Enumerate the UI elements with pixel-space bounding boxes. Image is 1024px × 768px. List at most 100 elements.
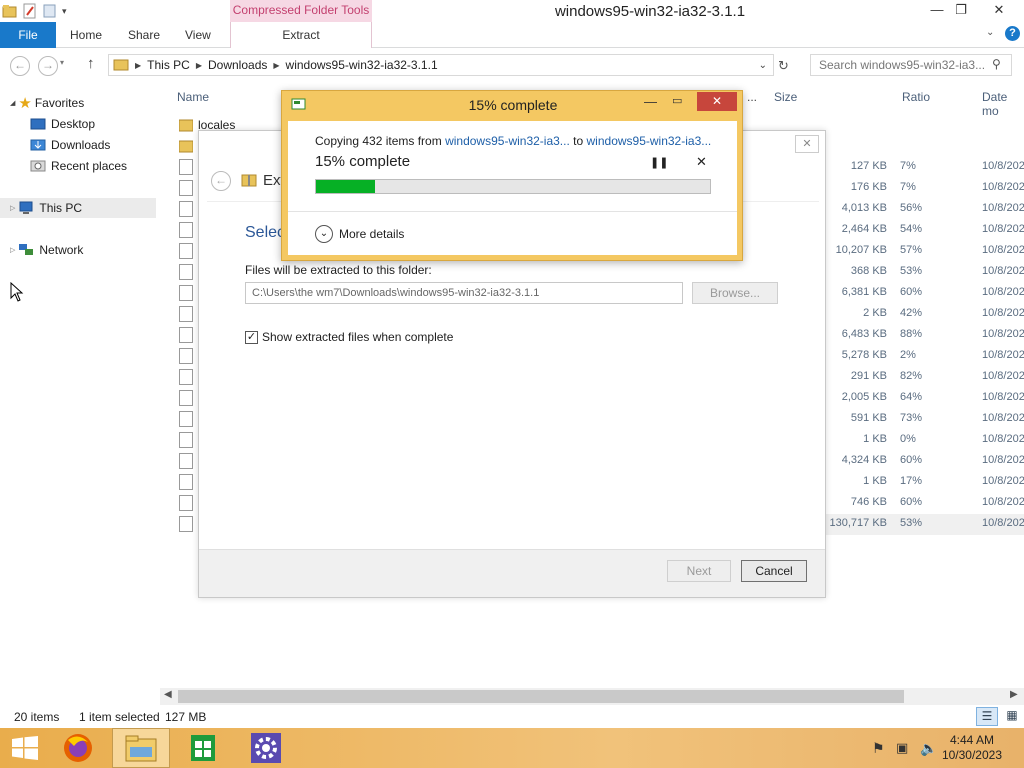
settings-gear-icon[interactable] [236, 728, 294, 768]
folder-icon[interactable] [2, 3, 18, 19]
scrollbar-thumb[interactable] [178, 690, 904, 703]
store-icon[interactable] [174, 728, 232, 768]
close-button[interactable]: ✕ [984, 0, 1014, 22]
recent-locations-icon[interactable]: ▾ [60, 58, 64, 67]
file-icon [179, 327, 193, 343]
tab-file[interactable]: File [0, 22, 56, 48]
file-explorer-taskbar-button[interactable] [112, 728, 170, 768]
table-row[interactable]: 291 KB 82% 10/8/202 [820, 367, 1024, 388]
customize-toolbar-icon[interactable]: ▾ [62, 6, 67, 17]
file-date: 10/8/202 [982, 181, 1024, 193]
nav-recent-places[interactable]: Recent places [30, 156, 127, 176]
table-row[interactable]: 591 KB 73% 10/8/202 [820, 409, 1024, 430]
new-folder-icon[interactable] [42, 3, 58, 19]
progress-minimize-button[interactable]: — [644, 94, 657, 109]
table-row[interactable]: 1 KB 17% 10/8/202 [820, 472, 1024, 493]
wizard-close-button[interactable]: ✕ [795, 135, 819, 153]
destination-path-input[interactable]: C:\Users\the wm7\Downloads\windows95-win… [245, 282, 683, 304]
expand-ribbon-icon[interactable]: ⌄ [986, 27, 994, 38]
table-row[interactable]: 746 KB 60% 10/8/202 [820, 493, 1024, 514]
breadcrumb-this-pc[interactable]: This PC [147, 58, 190, 72]
expanded-arrow-icon[interactable]: ◢ [10, 99, 15, 107]
cancel-copy-icon[interactable]: ✕ [696, 154, 707, 170]
taskbar-clock[interactable]: 4:44 AM 10/30/2023 [942, 733, 1002, 763]
column-overflow[interactable]: ... [747, 90, 757, 104]
volume-icon[interactable]: 🔈 [920, 740, 937, 757]
table-row[interactable]: 4,013 KB 56% 10/8/202 [820, 199, 1024, 220]
table-row[interactable]: 368 KB 53% 10/8/202 [820, 262, 1024, 283]
more-details-toggle[interactable]: ⌄ More details [315, 225, 404, 243]
firefox-icon[interactable] [50, 728, 108, 768]
nav-favorites[interactable]: ◢ ★ Favorites [10, 93, 84, 113]
search-input[interactable]: Search windows95-win32-ia3... [810, 54, 1012, 76]
network-tray-icon[interactable]: ▣ [896, 740, 908, 756]
table-row[interactable]: 6,381 KB 60% 10/8/202 [820, 283, 1024, 304]
cancel-button[interactable]: Cancel [741, 560, 807, 582]
nav-this-pc[interactable]: ▷ This PC [0, 198, 156, 218]
collapsed-arrow-icon[interactable]: ▷ [10, 246, 15, 254]
show-files-checkbox[interactable]: ✓ [245, 330, 258, 344]
tab-share[interactable]: Share [128, 22, 160, 48]
back-button[interactable]: ← [10, 56, 30, 76]
progress-maximize-button[interactable]: ▭ [672, 94, 682, 107]
restore-button[interactable]: ❐ [946, 0, 976, 22]
refresh-icon[interactable]: ↻ [778, 58, 789, 74]
large-icons-view-icon[interactable]: ▦ [1002, 707, 1022, 726]
horizontal-scrollbar[interactable]: ◀ ▶ [160, 688, 1024, 705]
file-size: 130,717 KB [829, 517, 888, 529]
table-row[interactable]: 176 KB 7% 10/8/202 [820, 178, 1024, 199]
pause-icon[interactable]: ❚❚ [650, 156, 668, 169]
up-button[interactable]: ↑ [87, 55, 95, 72]
table-row[interactable]: 4,324 KB 60% 10/8/202 [820, 451, 1024, 472]
show-files-option[interactable]: ✓ Show extracted files when complete [245, 330, 453, 344]
nav-recent-label: Recent places [51, 159, 128, 173]
table-row[interactable]: 2 KB 42% 10/8/202 [820, 304, 1024, 325]
next-button[interactable]: Next [667, 560, 731, 582]
column-name[interactable]: Name [177, 90, 209, 104]
table-row[interactable]: 130,717 KB 53% 10/8/202 [820, 514, 1024, 535]
column-size[interactable]: Size [774, 90, 797, 104]
scroll-left-icon[interactable]: ◀ [164, 689, 172, 700]
help-icon[interactable]: ? [1005, 26, 1020, 41]
progress-close-button[interactable]: ✕ [697, 92, 737, 111]
file-size: 2,005 KB [841, 391, 887, 403]
breadcrumb-current-folder[interactable]: windows95-win32-ia32-3.1.1 [286, 58, 438, 72]
browse-button[interactable]: Browse... [692, 282, 778, 304]
column-ratio[interactable]: Ratio [902, 90, 930, 104]
chevron-down-icon[interactable]: ⌄ [315, 225, 333, 243]
action-center-flag-icon[interactable]: ⚑ [872, 740, 885, 757]
nav-network[interactable]: ▷ Network [10, 240, 83, 260]
collapsed-arrow-icon[interactable]: ▷ [10, 204, 15, 212]
file-icon [179, 348, 193, 364]
copy-source-link[interactable]: windows95-win32-ia3... [445, 134, 570, 148]
forward-button[interactable]: → [38, 56, 58, 76]
table-row[interactable]: 5,278 KB 2% 10/8/202 [820, 346, 1024, 367]
address-dropdown-icon[interactable]: ⌄ [759, 60, 767, 71]
breadcrumb-downloads[interactable]: Downloads [208, 58, 267, 72]
tab-view[interactable]: View [185, 22, 211, 48]
nav-downloads[interactable]: Downloads [30, 135, 110, 155]
file-ratio: 60% [900, 454, 923, 466]
context-tab-label: Compressed Folder Tools [230, 0, 372, 22]
address-bar[interactable]: ▶ This PC ▶ Downloads ▶ windows95-win32-… [108, 54, 774, 76]
properties-icon[interactable] [22, 3, 38, 19]
table-row[interactable]: 2,005 KB 64% 10/8/202 [820, 388, 1024, 409]
star-icon: ★ [18, 95, 32, 112]
table-row[interactable]: 2,464 KB 54% 10/8/202 [820, 220, 1024, 241]
search-icon[interactable]: ⚲ [992, 57, 1001, 71]
scroll-right-icon[interactable]: ▶ [1010, 689, 1018, 700]
nav-desktop[interactable]: Desktop [30, 114, 95, 134]
tab-home[interactable]: Home [70, 22, 102, 48]
table-row[interactable]: 1 KB 0% 10/8/202 [820, 430, 1024, 451]
network-icon [18, 243, 34, 257]
details-view-icon[interactable]: ☰ [976, 707, 998, 726]
column-date[interactable]: Date mo [982, 90, 1024, 118]
table-row[interactable]: 6,483 KB 88% 10/8/202 [820, 325, 1024, 346]
wizard-back-button[interactable]: ← [211, 171, 231, 191]
table-row[interactable]: 10,207 KB 57% 10/8/202 [820, 241, 1024, 262]
tab-extract[interactable]: Extract [230, 22, 372, 48]
table-row[interactable]: 127 KB 7% 10/8/202 [820, 157, 1024, 178]
quick-access-toolbar: ▾ [2, 3, 67, 19]
copy-destination-link[interactable]: windows95-win32-ia3... [587, 134, 712, 148]
file-date: 10/8/202 [982, 475, 1024, 487]
